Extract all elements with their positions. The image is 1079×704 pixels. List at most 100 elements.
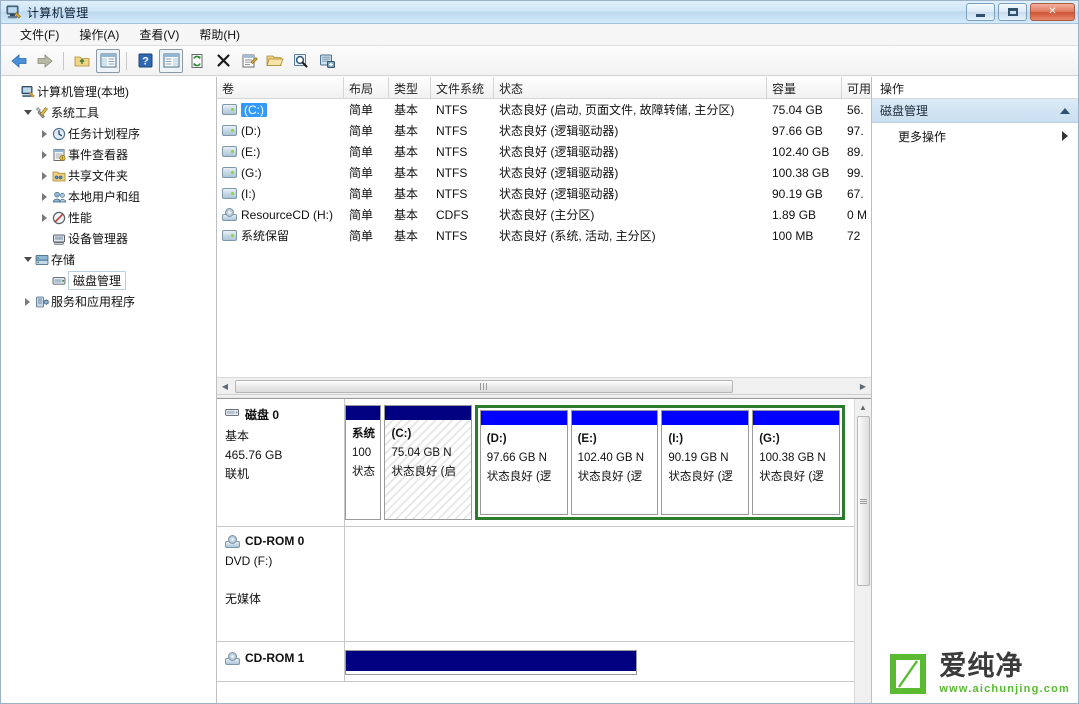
- volume-type: 基本: [389, 143, 431, 160]
- cdrom-volume-bar[interactable]: [345, 650, 637, 675]
- volume-type: 基本: [389, 101, 431, 118]
- expander-closed-icon[interactable]: [38, 214, 51, 222]
- tree-root[interactable]: 计算机管理(本地): [1, 81, 216, 102]
- menu-bar: 文件(F) 操作(A) 查看(V) 帮助(H): [1, 24, 1078, 46]
- menu-help[interactable]: 帮助(H): [190, 23, 249, 46]
- cdrom-partitions-0: [345, 527, 854, 641]
- disk-info-0: 磁盘 0 基本 465.76 GB 联机: [217, 399, 345, 526]
- column-header-capacity[interactable]: 容量: [767, 77, 842, 98]
- partition-d[interactable]: (D:) 97.66 GB N 状态良好 (逻: [480, 410, 568, 515]
- table-row[interactable]: (I:) 简单 基本 NTFS 状态良好 (逻辑驱动器) 90.19 GB 67…: [217, 183, 871, 204]
- hscroll-thumb[interactable]: [235, 380, 733, 393]
- sidebar-item-system-tools[interactable]: 系统工具: [1, 102, 216, 123]
- partition-i[interactable]: (I:) 90.19 GB N 状态良好 (逻: [661, 410, 749, 515]
- menu-action[interactable]: 操作(A): [70, 23, 128, 46]
- graphical-view-vscrollbar[interactable]: ▲: [854, 399, 871, 703]
- show-action-pane-icon[interactable]: [159, 49, 183, 73]
- column-header-status[interactable]: 状态: [494, 77, 767, 98]
- partition-g[interactable]: (G:) 100.38 GB N 状态良好 (逻: [752, 410, 840, 515]
- column-header-free[interactable]: 可用: [842, 77, 871, 98]
- volume-list-hscrollbar[interactable]: ◀ ▶: [217, 377, 871, 394]
- volume-filesystem: NTFS: [431, 166, 494, 180]
- scroll-up-icon[interactable]: ▲: [856, 399, 871, 415]
- computer-management-window: 计算机管理 ✕ 文件(F) 操作(A) 查看(V) 帮助(H): [0, 0, 1079, 704]
- properties-icon[interactable]: [237, 49, 261, 73]
- volume-status: 状态良好 (逻辑驱动器): [494, 122, 767, 139]
- refresh-icon[interactable]: [185, 49, 209, 73]
- menu-file[interactable]: 文件(F): [11, 23, 68, 46]
- back-arrow-icon[interactable]: [7, 49, 31, 73]
- expander-closed-icon[interactable]: [38, 172, 51, 180]
- scroll-left-icon[interactable]: ◀: [217, 379, 233, 394]
- sidebar-item-device-manager[interactable]: 设备管理器: [1, 228, 216, 249]
- hscroll-track[interactable]: [233, 379, 855, 394]
- disk-type: 基本: [225, 427, 336, 446]
- extended-partition-group[interactable]: (D:) 97.66 GB N 状态良好 (逻 (E:): [475, 405, 845, 520]
- partition-c[interactable]: (C:) 75.04 GB N 状态良好 (启: [384, 405, 471, 520]
- expander-open-icon[interactable]: [21, 110, 34, 115]
- drive-icon: [222, 230, 237, 241]
- expander-closed-icon[interactable]: [38, 130, 51, 138]
- cdrom-name: CD-ROM 0: [245, 534, 304, 548]
- search-icon[interactable]: [289, 49, 313, 73]
- column-header-filesystem[interactable]: 文件系统: [431, 77, 494, 98]
- shared-folder-icon: [51, 169, 68, 183]
- minimize-button[interactable]: [966, 3, 995, 21]
- disk-row-0[interactable]: 磁盘 0 基本 465.76 GB 联机 系统 100: [217, 399, 854, 527]
- column-header-layout[interactable]: 布局: [344, 77, 389, 98]
- volume-free: 56.: [842, 103, 871, 117]
- sidebar-label-device-manager: 设备管理器: [68, 230, 128, 247]
- volume-status: 状态良好 (逻辑驱动器): [494, 164, 767, 181]
- expander-closed-icon[interactable]: [38, 151, 51, 159]
- clock-icon: [51, 127, 68, 141]
- disk-row-cdrom-0[interactable]: CD-ROM 0 DVD (F:) 无媒体: [217, 527, 854, 642]
- event-viewer-icon: !: [51, 148, 68, 162]
- sidebar-item-task-scheduler[interactable]: 任务计划程序: [1, 123, 216, 144]
- maximize-button[interactable]: [998, 3, 1027, 21]
- close-button[interactable]: ✕: [1030, 3, 1075, 21]
- vscroll-thumb[interactable]: [857, 416, 870, 586]
- sidebar-item-storage[interactable]: 存储: [1, 249, 216, 270]
- sidebar-item-local-users-groups[interactable]: 本地用户和组: [1, 186, 216, 207]
- tools-icon: [34, 106, 51, 120]
- open-folder-icon[interactable]: [263, 49, 287, 73]
- up-folder-icon[interactable]: [70, 49, 94, 73]
- volume-layout: 简单: [344, 101, 389, 118]
- sidebar-item-event-viewer[interactable]: ! 事件查看器: [1, 144, 216, 165]
- delete-x-icon[interactable]: [211, 49, 235, 73]
- partition-label: (C:): [391, 425, 464, 444]
- menu-view[interactable]: 查看(V): [130, 23, 188, 46]
- sidebar-item-disk-management[interactable]: 磁盘管理: [1, 270, 216, 291]
- partition-system-reserved[interactable]: 系统 100 状态: [345, 405, 381, 520]
- volume-name: (I:): [241, 187, 256, 201]
- toolbar-separator-2: [126, 52, 127, 70]
- column-header-volume[interactable]: 卷: [217, 77, 344, 98]
- table-row[interactable]: ResourceCD (H:) 简单 基本 CDFS 状态良好 (主分区) 1.…: [217, 204, 871, 225]
- table-row[interactable]: (E:) 简单 基本 NTFS 状态良好 (逻辑驱动器) 102.40 GB 8…: [217, 141, 871, 162]
- partition-e[interactable]: (E:) 102.40 GB N 状态良好 (逻: [571, 410, 659, 515]
- scroll-right-icon[interactable]: ▶: [855, 379, 871, 394]
- expander-open-icon[interactable]: [21, 257, 34, 262]
- action-more-actions[interactable]: 更多操作: [872, 123, 1078, 149]
- caret-right-icon[interactable]: [1062, 131, 1068, 141]
- show-console-tree-icon[interactable]: [96, 49, 120, 73]
- sidebar-item-performance[interactable]: 性能: [1, 207, 216, 228]
- actions-group-disk-management[interactable]: 磁盘管理: [872, 99, 1078, 123]
- sidebar-item-services-applications[interactable]: 服务和应用程序: [1, 291, 216, 312]
- table-row[interactable]: (C:) 简单 基本 NTFS 状态良好 (启动, 页面文件, 故障转储, 主分…: [217, 99, 871, 120]
- rescan-disks-icon[interactable]: [315, 49, 339, 73]
- sidebar-label-disk-management: 磁盘管理: [68, 271, 126, 290]
- table-row[interactable]: (G:) 简单 基本 NTFS 状态良好 (逻辑驱动器) 100.38 GB 9…: [217, 162, 871, 183]
- table-row[interactable]: 系统保留 简单 基本 NTFS 状态良好 (系统, 活动, 主分区) 100 M…: [217, 225, 871, 246]
- table-row[interactable]: (D:) 简单 基本 NTFS 状态良好 (逻辑驱动器) 97.66 GB 97…: [217, 120, 871, 141]
- column-header-type[interactable]: 类型: [389, 77, 431, 98]
- caret-up-icon[interactable]: [1060, 108, 1070, 114]
- help-question-icon[interactable]: ?: [133, 49, 157, 73]
- disk-row-cdrom-1[interactable]: CD-ROM 1: [217, 642, 854, 682]
- expander-closed-icon[interactable]: [38, 193, 51, 201]
- partition-color-bar: [572, 411, 658, 425]
- expander-closed-icon[interactable]: [21, 298, 34, 306]
- forward-arrow-icon[interactable]: [33, 49, 57, 73]
- sidebar-item-shared-folders[interactable]: 共享文件夹: [1, 165, 216, 186]
- toolbar-separator: [63, 52, 64, 70]
